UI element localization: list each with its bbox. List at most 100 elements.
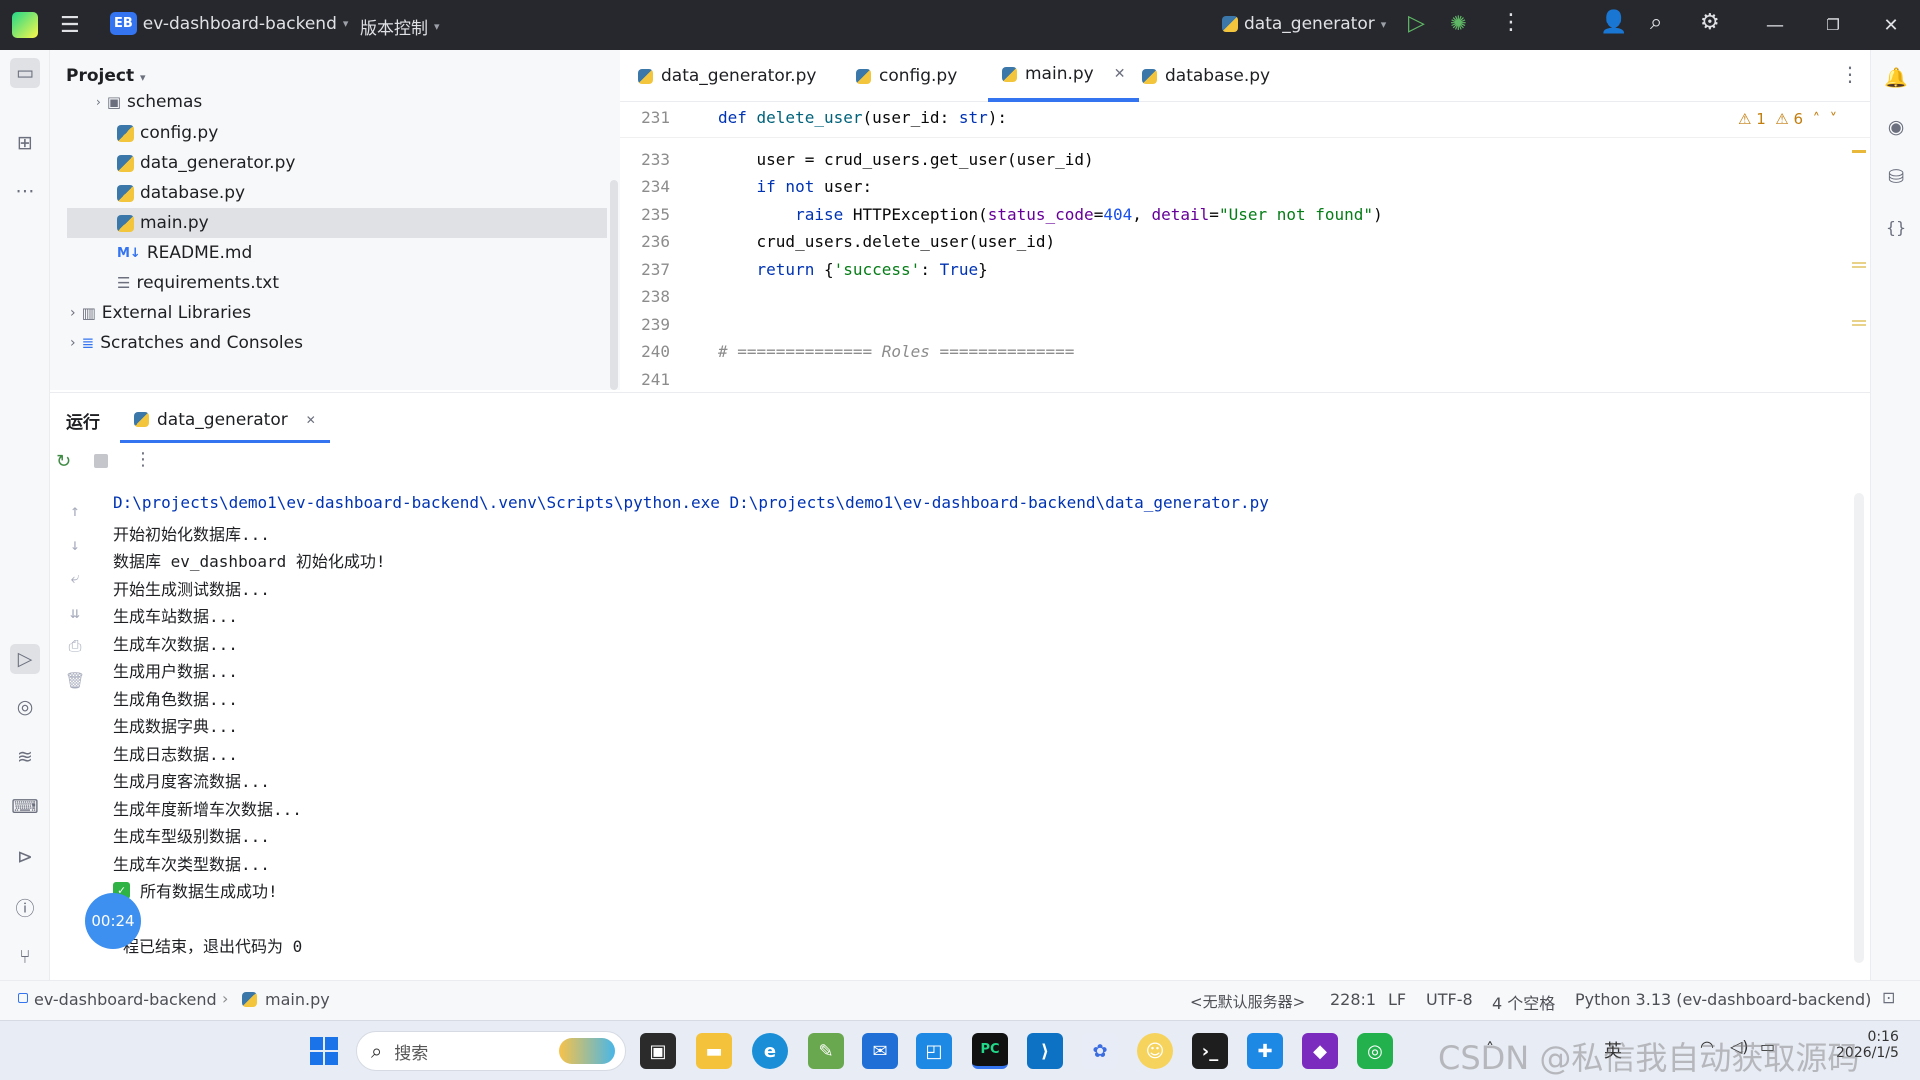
tree-item-requirements[interactable]: ☰ requirements.txt: [117, 268, 279, 298]
services-icon[interactable]: ⊳: [12, 844, 38, 870]
more-options-icon[interactable]: ⋮: [134, 449, 152, 470]
pycharm-logo-icon[interactable]: [12, 12, 38, 38]
vscode-icon[interactable]: ⟩: [1027, 1033, 1063, 1069]
close-tab-icon[interactable]: ✕: [306, 413, 316, 427]
tab-main[interactable]: main.py ✕: [988, 50, 1140, 102]
tree-item-scratches[interactable]: › ≣ Scratches and Consoles: [70, 328, 303, 358]
ai-assistant-icon[interactable]: ◉: [1883, 114, 1909, 140]
windows-start-icon[interactable]: [306, 1033, 342, 1069]
python-file-icon: [117, 124, 134, 142]
tree-item-data-generator[interactable]: data_generator.py: [117, 148, 295, 178]
python-console-icon[interactable]: ◎: [12, 694, 38, 720]
file-explorer-icon[interactable]: ▬: [696, 1033, 732, 1069]
project-switcher[interactable]: EB ev-dashboard-backend ▾: [110, 12, 348, 35]
restore-button[interactable]: ❐: [1804, 0, 1862, 50]
lock-icon[interactable]: ⊡: [1882, 988, 1895, 1007]
vcs-menu[interactable]: 版本控制 ▾: [360, 14, 440, 39]
indent-setting[interactable]: 4 个空格: [1492, 990, 1555, 1014]
run-tab-data-generator[interactable]: data_generator ✕: [120, 399, 330, 443]
app-icon[interactable]: ☺: [1137, 1033, 1173, 1069]
breadcrumb-project[interactable]: ev-dashboard-backend: [34, 990, 217, 1009]
line-number: 241: [641, 370, 670, 389]
stop-icon[interactable]: [94, 454, 108, 468]
mail-icon[interactable]: ✉: [862, 1033, 898, 1069]
code-editor[interactable]: 231 def delete_user(user_id: str): ⚠ 1 ⚠…: [620, 102, 1870, 392]
notifications-bell-icon[interactable]: 🔔: [1883, 64, 1909, 90]
caret-position[interactable]: 228:1: [1330, 990, 1376, 1009]
print-icon[interactable]: ⎙: [64, 635, 86, 657]
app-icon[interactable]: ◆: [1302, 1033, 1338, 1069]
console-scrollbar[interactable]: [1854, 493, 1864, 963]
snipping-icon[interactable]: ◰: [916, 1033, 952, 1069]
tree-item-external-libraries[interactable]: › ▥ External Libraries: [70, 298, 251, 328]
tab-data-generator[interactable]: data_generator.py: [638, 50, 816, 102]
warning-marker[interactable]: [1852, 320, 1866, 326]
wechat-icon[interactable]: ◎: [1357, 1033, 1393, 1069]
tree-item-schemas[interactable]: › ▣ schemas: [96, 90, 202, 114]
run-config-label: data_generator: [1244, 14, 1375, 34]
tab-options-icon[interactable]: ⋮: [1840, 62, 1860, 86]
more-actions-icon[interactable]: ⋮: [1500, 10, 1522, 35]
edge-browser-icon[interactable]: e: [752, 1033, 788, 1069]
structure-icon[interactable]: ⊞: [12, 130, 38, 156]
soft-wrap-icon[interactable]: ⤶: [64, 567, 86, 589]
tree-item-database[interactable]: database.py: [117, 178, 245, 208]
python-interpreter[interactable]: Python 3.13 (ev-dashboard-backend): [1575, 990, 1871, 1009]
close-tab-icon[interactable]: ✕: [1114, 66, 1126, 82]
search-icon[interactable]: ⌕: [1650, 10, 1662, 35]
run-console-output[interactable]: ↑ ↓ ⤶ ⇊ ⎙ 🗑 D:\projects\demo1\ev-dashboa…: [50, 483, 1870, 970]
deployment-server[interactable]: <无默认服务器>: [1190, 991, 1305, 1012]
run-icon[interactable]: ▷: [1408, 11, 1425, 36]
task-view-icon[interactable]: ▣: [640, 1033, 676, 1069]
terminal-icon[interactable]: ⌨: [11, 794, 38, 820]
run-tool-icon[interactable]: ▷: [10, 644, 40, 674]
rerun-icon[interactable]: ↻: [56, 451, 71, 472]
line-separator[interactable]: LF: [1388, 990, 1406, 1009]
app-icon[interactable]: ✚: [1247, 1033, 1283, 1069]
add-user-icon[interactable]: 👤: [1600, 10, 1627, 35]
minimize-button[interactable]: —: [1746, 0, 1804, 50]
terminal-taskbar-icon[interactable]: ›_: [1192, 1033, 1228, 1069]
run-config-selector[interactable]: data_generator ▾: [1222, 14, 1386, 34]
project-scrollbar[interactable]: [610, 180, 618, 390]
tree-item-readme[interactable]: M↓ README.md: [117, 238, 252, 268]
console-success-line: ✓ 所有数据生成成功!: [113, 878, 278, 902]
console-line: 生成车型级别数据...: [113, 827, 270, 846]
tab-database[interactable]: database.py: [1142, 50, 1270, 102]
console-line: 生成车站数据...: [113, 607, 238, 626]
close-window-button[interactable]: ✕: [1862, 0, 1920, 50]
project-panel-header[interactable]: Project ▾: [66, 66, 146, 86]
database-icon[interactable]: ⛁: [1883, 164, 1909, 190]
main-menu-icon[interactable]: ☰: [60, 13, 80, 38]
warning-marker[interactable]: [1852, 150, 1866, 153]
tree-item-main[interactable]: main.py: [67, 208, 607, 238]
scroll-up-icon[interactable]: ↑: [64, 499, 86, 521]
tree-item-config[interactable]: config.py: [117, 118, 218, 148]
python-file-icon: [1142, 68, 1157, 84]
file-encoding[interactable]: UTF-8: [1426, 990, 1473, 1009]
sticky-header[interactable]: 231 def delete_user(user_id: str):: [620, 102, 1870, 138]
debug-icon[interactable]: ✺: [1450, 11, 1467, 35]
scroll-to-end-icon[interactable]: ⇊: [64, 601, 86, 623]
layers-icon[interactable]: ≋: [12, 744, 38, 770]
more-tools-icon[interactable]: ⋯: [12, 178, 38, 204]
app-icon[interactable]: ✿: [1082, 1033, 1118, 1069]
settings-gear-icon[interactable]: ⚙: [1700, 10, 1720, 35]
notepad-icon[interactable]: ✎: [808, 1033, 844, 1069]
json-icon[interactable]: {}: [1883, 214, 1909, 240]
warning-marker[interactable]: [1852, 262, 1866, 268]
code-line-237: return {'success': True}: [756, 260, 988, 279]
warnings-indicator[interactable]: ⚠ 1 ⚠ 6 ˄ ˅: [1738, 110, 1837, 128]
problems-icon[interactable]: ⓘ: [12, 894, 38, 920]
breadcrumb-file[interactable]: main.py: [265, 990, 330, 1009]
scroll-down-icon[interactable]: ↓: [64, 533, 86, 555]
chevron-right-icon: ›: [70, 305, 76, 321]
git-icon[interactable]: ⑂: [12, 944, 38, 970]
tab-config[interactable]: config.py: [856, 50, 957, 102]
pycharm-taskbar-icon[interactable]: PC: [972, 1033, 1008, 1069]
taskbar-search-box[interactable]: ⌕ 搜索: [356, 1031, 626, 1071]
console-exit-line: 程已结束，退出代码为 0: [123, 937, 303, 956]
project-folder-icon[interactable]: ▭: [10, 58, 40, 88]
clear-trash-icon[interactable]: 🗑: [64, 669, 86, 691]
recording-timer-badge[interactable]: 00:24: [85, 893, 141, 949]
